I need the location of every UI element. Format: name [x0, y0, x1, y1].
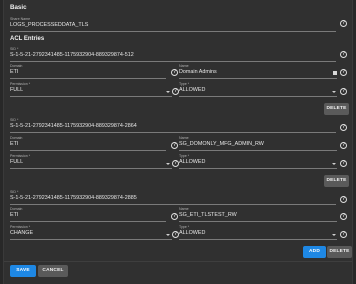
name-field[interactable]: Name SG_DOMONLY_MFG_ADMIN_RW: [179, 136, 337, 151]
help-icon[interactable]: ?: [340, 124, 347, 131]
type-underline: [179, 96, 337, 97]
help-icon[interactable]: ?: [171, 142, 178, 149]
caret-down-icon[interactable]: [166, 234, 170, 236]
delete-button[interactable]: DELETE: [327, 246, 352, 258]
name-underline: [179, 150, 337, 151]
name-label: Name: [179, 207, 189, 211]
type-select[interactable]: Type * ALLOWED: [179, 154, 337, 169]
sid-label: SID *: [10, 47, 19, 51]
share-name-label: Share Name: [10, 17, 31, 21]
domain-underline: [10, 221, 166, 222]
permission-select[interactable]: Permission * CHANGE: [10, 225, 172, 240]
sid-label: SID *: [10, 190, 19, 194]
permission-value[interactable]: CHANGE: [10, 230, 33, 236]
domain-label: Domain: [10, 207, 23, 211]
help-icon[interactable]: ?: [340, 231, 347, 238]
help-icon[interactable]: ?: [172, 231, 179, 238]
type-value[interactable]: ALLOWED: [179, 159, 205, 165]
sid-underline: [10, 61, 336, 62]
name-value[interactable]: SG_DOMONLY_MFG_ADMIN_RW: [179, 141, 264, 147]
domain-underline: [10, 150, 166, 151]
square-icon: [333, 71, 337, 75]
caret-down-icon[interactable]: [166, 163, 170, 165]
help-icon[interactable]: ?: [340, 20, 347, 27]
sid-underline: [10, 204, 336, 205]
caret-down-icon[interactable]: [332, 163, 336, 165]
help-icon[interactable]: ?: [172, 88, 179, 95]
share-name-value[interactable]: LOGS_PROCESSEDDATA_TLS: [10, 22, 88, 28]
acl-section-title: ACL Entries: [10, 36, 45, 42]
domain-value[interactable]: ETI: [10, 212, 18, 218]
domain-label: Domain: [10, 136, 23, 140]
sid-field[interactable]: SID * S-1-5-21-2792341485-1175932904-889…: [10, 190, 336, 205]
help-icon[interactable]: ?: [340, 142, 347, 149]
type-underline: [179, 239, 337, 240]
cancel-button[interactable]: CANCEL: [38, 265, 68, 277]
type-underline: [179, 168, 337, 169]
domain-value[interactable]: ETI: [10, 141, 18, 147]
domain-field[interactable]: Domain ETI: [10, 64, 166, 79]
permission-select[interactable]: Permission * FULL: [10, 154, 172, 169]
type-select[interactable]: Type * ALLOWED: [179, 225, 337, 240]
footer-divider: [4, 261, 352, 262]
permission-value[interactable]: FULL: [10, 159, 23, 165]
type-value[interactable]: ALLOWED: [179, 87, 205, 93]
name-label: Name: [179, 64, 189, 68]
help-icon[interactable]: ?: [172, 160, 179, 167]
name-value[interactable]: SG_ETI_TLSTEST_RW: [179, 212, 237, 218]
name-field[interactable]: Name Domain Admins: [179, 64, 337, 79]
caret-down-icon[interactable]: [166, 91, 170, 93]
help-icon[interactable]: ?: [340, 196, 347, 203]
permission-label: Permission *: [10, 154, 31, 158]
type-label: Type *: [179, 154, 190, 158]
type-label: Type *: [179, 82, 190, 86]
permission-label: Permission *: [10, 82, 31, 86]
delete-button[interactable]: DELETE: [324, 103, 349, 115]
domain-value[interactable]: ETI: [10, 69, 18, 75]
permission-underline: [10, 239, 172, 240]
permission-select[interactable]: Permission * FULL: [10, 82, 172, 97]
help-icon[interactable]: ?: [340, 213, 347, 220]
caret-down-icon[interactable]: [332, 234, 336, 236]
name-underline: [179, 221, 337, 222]
sid-label: SID *: [10, 118, 19, 122]
help-icon[interactable]: ?: [340, 69, 347, 76]
sid-value[interactable]: S-1-5-21-2792341485-1175932904-889329874…: [10, 195, 137, 201]
help-icon[interactable]: ?: [340, 51, 347, 58]
help-icon[interactable]: ?: [340, 88, 347, 95]
delete-button[interactable]: DELETE: [324, 175, 349, 187]
name-underline: [179, 78, 337, 79]
smb-acl-form: Basic Share Name LOGS_PROCESSEDDATA_TLS …: [3, 0, 353, 284]
help-icon[interactable]: ?: [171, 69, 178, 76]
help-icon[interactable]: ?: [171, 213, 178, 220]
sid-underline: [10, 132, 336, 133]
permission-underline: [10, 168, 172, 169]
type-label: Type *: [179, 225, 190, 229]
name-field[interactable]: Name SG_ETI_TLSTEST_RW: [179, 207, 337, 222]
help-icon[interactable]: ?: [340, 160, 347, 167]
domain-field[interactable]: Domain ETI: [10, 136, 166, 151]
domain-label: Domain: [10, 64, 23, 68]
sid-field[interactable]: SID * S-1-5-21-2792341485-1175932904-889…: [10, 47, 336, 62]
sid-value[interactable]: S-1-5-21-2792341485-1175932904-889329874…: [10, 52, 134, 58]
type-select[interactable]: Type * ALLOWED: [179, 82, 337, 97]
sid-value[interactable]: S-1-5-21-2792341485-1175932904-889329874…: [10, 123, 137, 129]
permission-label: Permission *: [10, 225, 31, 229]
caret-down-icon[interactable]: [332, 91, 336, 93]
share-name-field[interactable]: Share Name LOGS_PROCESSEDDATA_TLS: [10, 17, 336, 32]
domain-underline: [10, 78, 166, 79]
basic-section-title: Basic: [10, 4, 27, 11]
permission-underline: [10, 96, 172, 97]
name-value[interactable]: Domain Admins: [179, 69, 217, 75]
domain-field[interactable]: Domain ETI: [10, 207, 166, 222]
save-button[interactable]: SAVE: [10, 265, 36, 277]
add-button[interactable]: ADD: [303, 246, 326, 258]
type-value[interactable]: ALLOWED: [179, 230, 205, 236]
name-label: Name: [179, 136, 189, 140]
share-name-underline: [10, 31, 336, 32]
sid-field[interactable]: SID * S-1-5-21-2792341485-1175932904-889…: [10, 118, 336, 133]
permission-value[interactable]: FULL: [10, 87, 23, 93]
